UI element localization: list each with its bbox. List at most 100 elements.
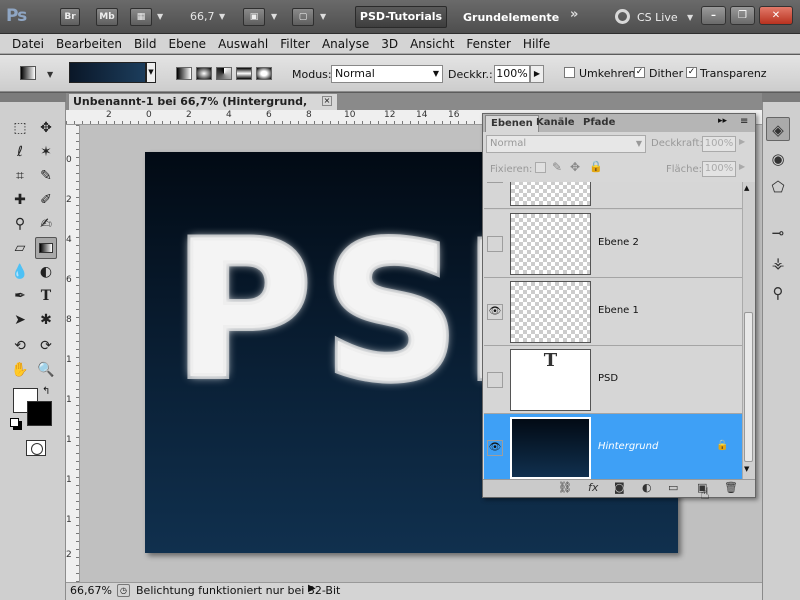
menu-analyse[interactable]: Analyse <box>310 34 369 54</box>
layers-scrollbar[interactable]: ▲ ▼ <box>742 182 755 479</box>
adjustment-layer-icon[interactable]: ◐ <box>642 481 652 494</box>
workspace-psd-tutorials[interactable]: PSD-Tutorials <box>355 6 447 28</box>
menu-ansicht[interactable]: Ansicht <box>398 34 454 54</box>
chevron-down-icon[interactable]: ▼ <box>157 12 163 21</box>
linear-gradient-icon[interactable] <box>176 67 192 80</box>
layer-opacity-arrow-icon[interactable]: ▶ <box>739 137 745 146</box>
radial-gradient-icon[interactable] <box>196 67 212 80</box>
workspace-grundelemente[interactable]: Grundelemente <box>463 11 559 24</box>
menu-datei[interactable]: Datei <box>0 34 44 54</box>
layer-row-partial[interactable] <box>484 182 742 209</box>
eraser-tool-icon[interactable]: ▱ <box>9 237 31 259</box>
layer-row-hintergrund[interactable]: 👁 Hintergrund 🔒 <box>484 414 742 479</box>
add-mask-icon[interactable]: ◙ <box>614 481 625 494</box>
path-selection-tool-icon[interactable]: ➤ <box>9 309 31 331</box>
zoom-tool-icon[interactable]: 🔍 <box>35 359 57 381</box>
lasso-tool-icon[interactable]: ℓ <box>9 141 31 163</box>
3d-rotate-tool-icon[interactable]: ⟲ <box>9 335 31 357</box>
type-tool-icon[interactable]: T <box>35 285 57 307</box>
minimize-icon[interactable]: – <box>701 6 726 25</box>
fill-input[interactable]: 100% <box>702 161 736 177</box>
chevron-down-icon[interactable]: ▼ <box>219 12 225 21</box>
tools-panel-header[interactable] <box>0 93 66 102</box>
new-group-icon[interactable]: ▭ <box>668 481 678 494</box>
transparency-checkbox[interactable]: ✓ <box>686 67 697 78</box>
link-layers-icon[interactable]: ⛓ <box>558 481 572 494</box>
menu-hilfe[interactable]: Hilfe <box>511 34 550 54</box>
swap-colors-icon[interactable]: ↰ <box>42 386 50 397</box>
status-menu-arrow[interactable]: ▶ <box>308 583 316 594</box>
hand-tool-icon[interactable]: ✋ <box>9 359 31 381</box>
brush-panel-icon[interactable]: ⊸ <box>766 221 790 245</box>
fill-arrow-icon[interactable]: ▶ <box>739 162 745 171</box>
lock-position-icon[interactable]: ✥ <box>570 160 580 174</box>
marquee-tool-icon[interactable]: ⬚ <box>9 117 31 139</box>
blend-mode-select[interactable]: Normal ▼ <box>486 135 646 153</box>
chevron-down-icon[interactable]: ▼ <box>320 12 326 21</box>
eye-icon[interactable]: 👁 <box>487 304 503 320</box>
panel-menu-icon[interactable]: ≡ <box>740 116 748 127</box>
magic-wand-tool-icon[interactable]: ✶ <box>35 141 57 163</box>
visibility-toggle[interactable] <box>487 372 503 388</box>
clone-stamp-tool-icon[interactable]: ⚲ <box>9 213 31 235</box>
diamond-gradient-icon[interactable] <box>256 67 272 80</box>
layer-row-psd[interactable]: T PSD <box>484 346 742 414</box>
blur-tool-icon[interactable]: 💧 <box>9 261 31 283</box>
quick-mask-icon[interactable] <box>26 440 46 456</box>
chevron-down-icon[interactable]: ▼ <box>47 70 53 79</box>
delete-layer-icon[interactable]: 🗑 <box>724 481 738 494</box>
dock-header[interactable] <box>762 93 800 102</box>
gradient-tool-icon[interactable] <box>35 237 57 259</box>
scroll-down-icon[interactable]: ▼ <box>744 465 749 473</box>
history-brush-tool-icon[interactable]: ✍ <box>35 213 57 235</box>
angle-gradient-icon[interactable] <box>216 67 232 80</box>
opacity-slider-button[interactable]: ▶ <box>530 65 544 83</box>
stamp-panel-icon[interactable]: ⚲ <box>766 281 790 305</box>
layer-row-ebene-2[interactable]: Ebene 2 <box>484 210 742 278</box>
menu-bild[interactable]: Bild <box>122 34 157 54</box>
lock-pixels-icon[interactable]: ✎ <box>552 160 562 174</box>
dodge-tool-icon[interactable]: ◐ <box>35 261 57 283</box>
arrange-documents-icon[interactable]: ▣ <box>243 8 265 26</box>
reverse-checkbox[interactable] <box>564 67 575 78</box>
menu-3d[interactable]: 3D <box>369 34 398 54</box>
screen-mode-icon[interactable]: ▢ <box>292 8 314 26</box>
cs-live-icon[interactable] <box>615 9 630 24</box>
lock-all-icon[interactable]: 🔒 <box>589 160 603 173</box>
brush-tool-icon[interactable]: ✐ <box>35 189 57 211</box>
collapse-panel-icon[interactable]: ▸▸ <box>718 116 727 126</box>
chevron-down-icon[interactable]: ▼ <box>687 13 693 22</box>
chevron-down-icon[interactable]: ▼ <box>146 62 156 83</box>
document-tab[interactable]: Unbenannt-1 bei 66,7% (Hintergrund, RGB/… <box>68 93 338 123</box>
move-tool-icon[interactable]: ✥ <box>35 117 57 139</box>
scrollbar-thumb[interactable] <box>744 312 753 462</box>
3d-orbit-tool-icon[interactable]: ⟳ <box>35 335 57 357</box>
eye-icon[interactable]: 👁 <box>487 440 503 456</box>
mini-bridge-button[interactable]: Mb <box>96 8 118 26</box>
background-color-swatch[interactable] <box>27 401 52 426</box>
reflected-gradient-icon[interactable] <box>236 67 252 80</box>
cs-live-button[interactable]: CS Live <box>637 11 678 24</box>
menu-bearbeiten[interactable]: Bearbeiten <box>44 34 122 54</box>
menu-ebene[interactable]: Ebene <box>156 34 206 54</box>
mode-select[interactable]: Normal ▼ <box>331 65 443 83</box>
bridge-button[interactable]: Br <box>60 8 80 26</box>
layer-row-ebene-1[interactable]: 👁 Ebene 1 <box>484 278 742 346</box>
default-colors-icon[interactable] <box>10 418 19 427</box>
paths-panel-icon[interactable]: ⬠ <box>766 175 790 199</box>
tab-channels[interactable]: Kanäle <box>531 115 580 132</box>
visibility-toggle[interactable] <box>487 236 503 252</box>
status-zoom[interactable]: 66,67% <box>70 584 112 597</box>
more-workspaces-icon[interactable]: » <box>570 7 578 22</box>
clone-source-panel-icon[interactable]: ⚶ <box>766 251 790 275</box>
layer-style-icon[interactable]: fx <box>588 481 598 494</box>
gradient-tool-preset-icon[interactable] <box>20 66 36 80</box>
menu-fenster[interactable]: Fenster <box>454 34 511 54</box>
layer-opacity-input[interactable]: 100% <box>702 136 736 152</box>
visibility-toggle[interactable] <box>487 182 503 183</box>
scroll-up-icon[interactable]: ▲ <box>744 184 749 192</box>
status-info-icon[interactable]: ◷ <box>117 584 130 597</box>
zoom-level[interactable]: 66,7 <box>190 10 215 23</box>
pen-tool-icon[interactable]: ✒ <box>9 285 31 307</box>
crop-tool-icon[interactable]: ⌗ <box>9 165 31 187</box>
